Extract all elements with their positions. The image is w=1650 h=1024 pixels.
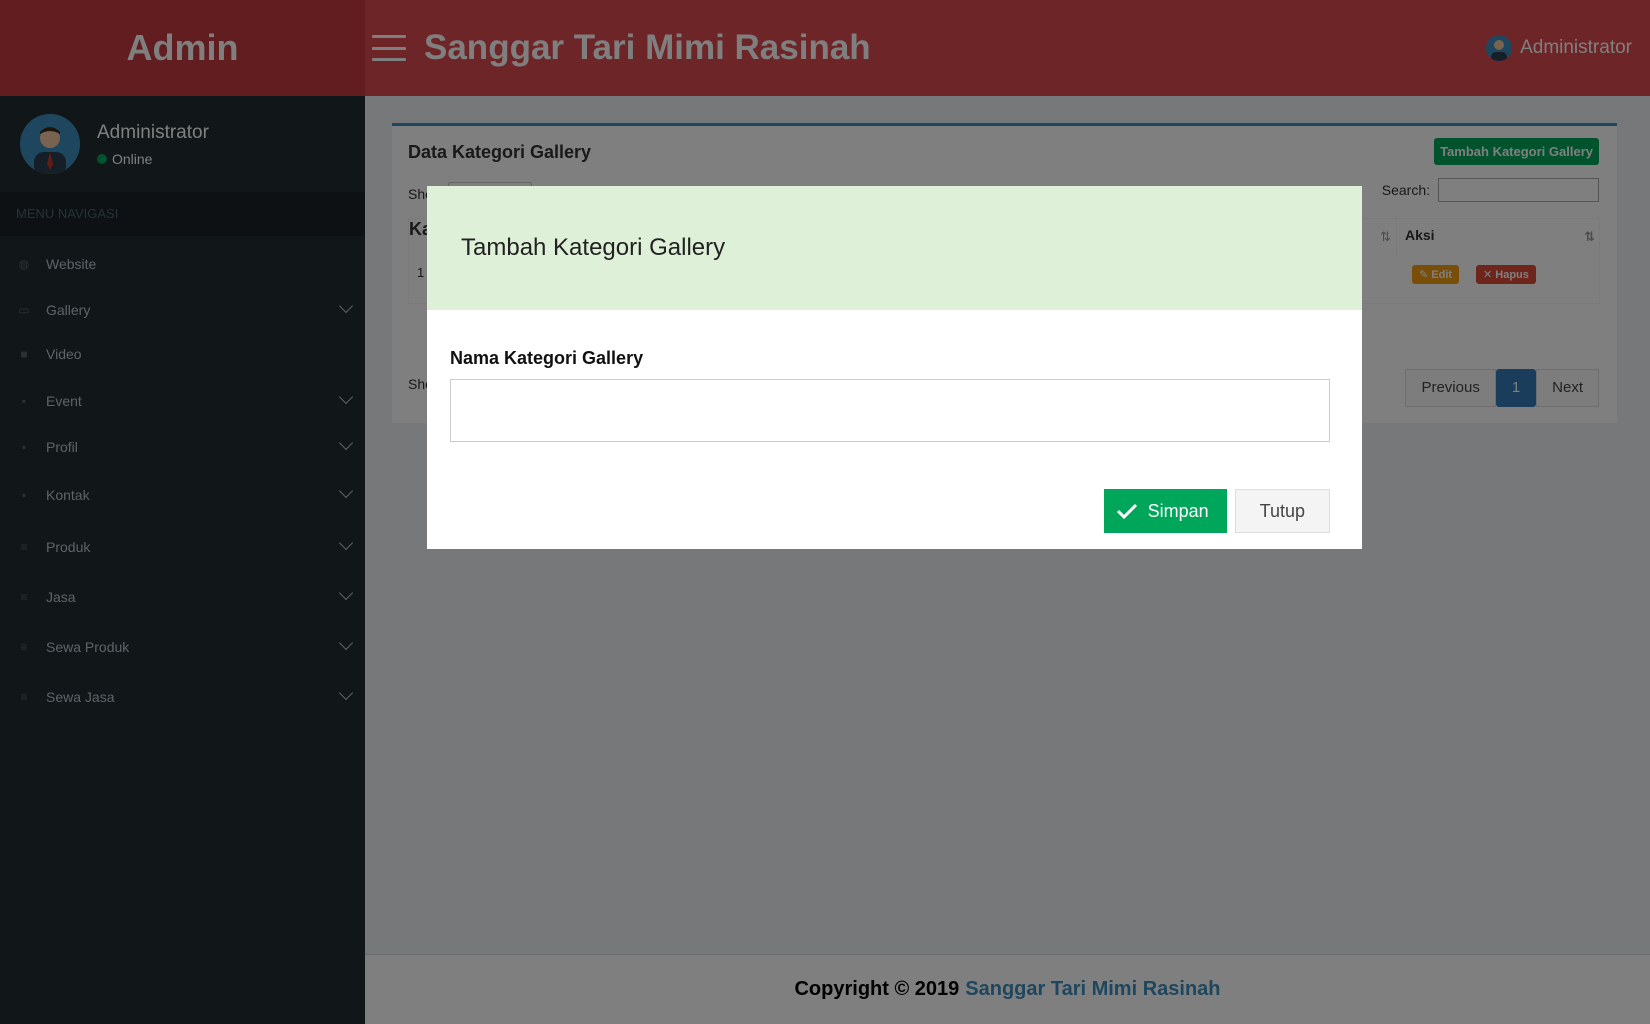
modal-header: Tambah Kategori Gallery bbox=[427, 186, 1362, 310]
modal-footer: Simpan Tutup bbox=[1103, 489, 1330, 533]
check-icon bbox=[1116, 503, 1137, 520]
save-button[interactable]: Simpan bbox=[1103, 489, 1227, 533]
category-name-input[interactable] bbox=[450, 379, 1330, 442]
add-category-modal: Tambah Kategori Gallery Nama Kategori Ga… bbox=[427, 186, 1362, 549]
save-label: Simpan bbox=[1147, 500, 1209, 521]
close-label: Tutup bbox=[1259, 500, 1305, 521]
modal-body: Nama Kategori Gallery bbox=[427, 310, 1362, 442]
close-button[interactable]: Tutup bbox=[1234, 489, 1330, 533]
category-name-label: Nama Kategori Gallery bbox=[450, 348, 644, 368]
modal-title: Tambah Kategori Gallery bbox=[461, 234, 726, 261]
